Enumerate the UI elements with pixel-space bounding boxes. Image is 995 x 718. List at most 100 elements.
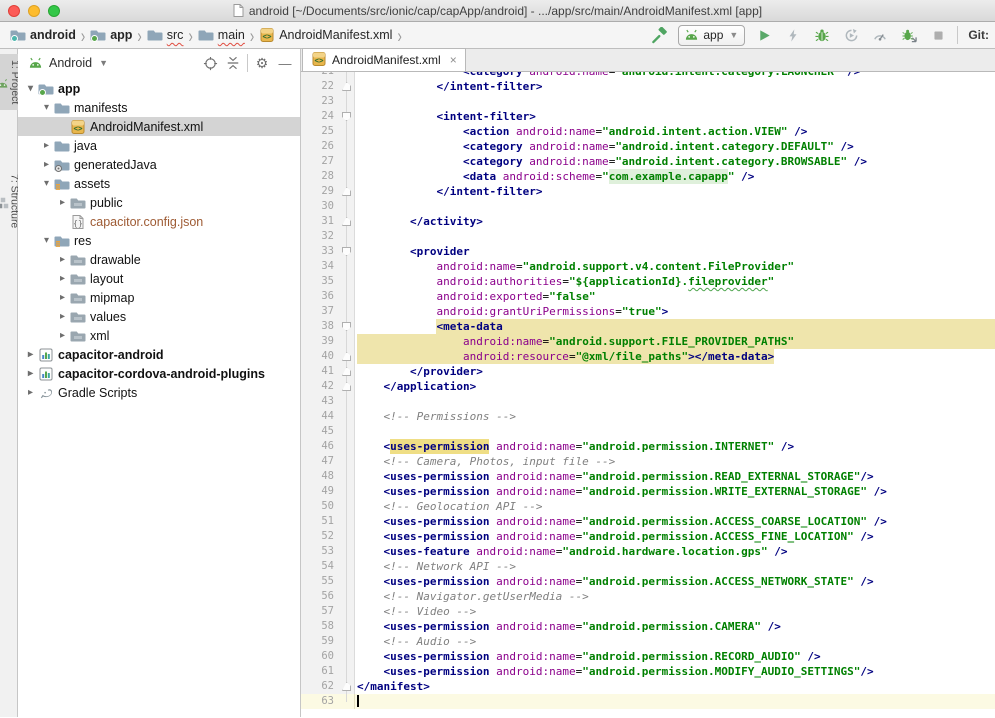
fold-close-icon[interactable] bbox=[342, 352, 351, 361]
window-title: android [~/Documents/src/ionic/cap/capAp… bbox=[249, 4, 762, 18]
tree-item-capacitor-android[interactable]: ▸capacitor-android bbox=[18, 345, 300, 364]
profiler-button[interactable] bbox=[870, 25, 890, 45]
fold-gutter bbox=[339, 394, 355, 409]
chevron-down-icon[interactable]: ▾ bbox=[40, 178, 53, 189]
code-token: = bbox=[576, 664, 583, 679]
chevron-right-icon[interactable]: ▸ bbox=[56, 330, 69, 341]
chevron-right-icon[interactable]: ▸ bbox=[24, 349, 37, 360]
line-number: 24 bbox=[301, 109, 339, 124]
code-token: </application> bbox=[384, 379, 477, 394]
code-token: = bbox=[609, 139, 616, 154]
code-token bbox=[867, 514, 874, 529]
breadcrumb-item-main[interactable]: main bbox=[196, 27, 247, 43]
fold-open-icon[interactable] bbox=[342, 112, 351, 121]
chevron-down-icon[interactable]: ▾ bbox=[40, 102, 53, 113]
tree-item-capacitor-config-json[interactable]: {}capacitor.config.json bbox=[18, 212, 300, 231]
apply-changes-button[interactable] bbox=[783, 25, 803, 45]
tree-item-generatedjava[interactable]: ▸generatedJava bbox=[18, 155, 300, 174]
chevron-right-icon[interactable]: ▸ bbox=[56, 292, 69, 303]
fold-close-icon[interactable] bbox=[342, 367, 351, 376]
tree-item-label: manifests bbox=[70, 101, 128, 115]
run-button[interactable] bbox=[754, 25, 774, 45]
breadcrumb-label: AndroidManifest.xml bbox=[279, 28, 392, 42]
tree-item-gradle-scripts[interactable]: ▸Gradle Scripts bbox=[18, 383, 300, 402]
breadcrumb-item-src[interactable]: src bbox=[145, 27, 186, 43]
chevron-right-icon[interactable]: ▸ bbox=[56, 311, 69, 322]
tree-item-layout[interactable]: ▸layout bbox=[18, 269, 300, 288]
indent bbox=[357, 304, 436, 319]
tree-item-mipmap[interactable]: ▸mipmap bbox=[18, 288, 300, 307]
code-token: /> bbox=[768, 619, 781, 634]
fold-close-icon[interactable] bbox=[342, 682, 351, 691]
chevron-right-icon[interactable]: ▸ bbox=[24, 387, 37, 398]
chevron-right-icon[interactable]: ▸ bbox=[56, 254, 69, 265]
code-token bbox=[523, 72, 530, 79]
chevron-right-icon[interactable]: ▸ bbox=[40, 159, 53, 170]
tree-item-drawable[interactable]: ▸drawable bbox=[18, 250, 300, 269]
indent bbox=[357, 349, 463, 364]
debug-button[interactable] bbox=[812, 25, 832, 45]
breadcrumb-item-app[interactable]: app bbox=[88, 27, 134, 43]
code-line-text: <action android:name="android.intent.act… bbox=[355, 124, 995, 139]
fold-gutter bbox=[339, 574, 355, 589]
tree-item-androidmanifest-xml[interactable]: <>AndroidManifest.xml bbox=[18, 117, 300, 136]
tree-item-capacitor-cordova-android-plugins[interactable]: ▸capacitor-cordova-android-plugins bbox=[18, 364, 300, 383]
breadcrumb-item-androidmanifest-xml[interactable]: <>AndroidManifest.xml bbox=[257, 27, 394, 43]
code-token: = bbox=[576, 484, 583, 499]
tree-item-manifests[interactable]: ▾ manifests bbox=[18, 98, 300, 117]
tree-item-java[interactable]: ▸java bbox=[18, 136, 300, 155]
project-view-selector[interactable]: Android bbox=[49, 56, 92, 70]
chevron-down-icon[interactable]: ▾ bbox=[40, 235, 53, 246]
chevron-down-icon[interactable]: ▾ bbox=[24, 83, 37, 94]
fold-close-icon[interactable] bbox=[342, 82, 351, 91]
hide-panel-button[interactable]: — bbox=[276, 54, 294, 72]
code-token: = bbox=[516, 259, 523, 274]
attach-debugger-button[interactable] bbox=[899, 25, 919, 45]
settings-gear-button[interactable]: ⚙ bbox=[253, 54, 271, 72]
fold-open-icon[interactable] bbox=[342, 247, 351, 256]
code-token: uses-permission bbox=[390, 439, 489, 454]
fold-close-icon[interactable] bbox=[342, 382, 351, 391]
tree-item-public[interactable]: ▸public bbox=[18, 193, 300, 212]
stop-button[interactable] bbox=[928, 25, 948, 45]
tree-item-values[interactable]: ▸values bbox=[18, 307, 300, 326]
fold-gutter bbox=[339, 514, 355, 529]
chevron-right-icon[interactable]: ▸ bbox=[56, 197, 69, 208]
code-token: android:name bbox=[496, 619, 575, 634]
tree-item-xml[interactable]: ▸xml bbox=[18, 326, 300, 345]
close-icon[interactable]: × bbox=[450, 53, 457, 67]
fold-close-icon[interactable] bbox=[342, 187, 351, 196]
code-line-28: 28 <data android:scheme="com.example.cap… bbox=[301, 169, 995, 184]
tree-item-res[interactable]: ▾res bbox=[18, 231, 300, 250]
chevron-right-icon[interactable]: ▸ bbox=[24, 368, 37, 379]
breadcrumb-item-android[interactable]: android bbox=[8, 27, 78, 43]
line-number: 56 bbox=[301, 589, 339, 604]
editor-tab-androidmanifest[interactable]: <> AndroidManifest.xml × bbox=[302, 48, 466, 71]
code-token: <!-- Audio --> bbox=[384, 634, 477, 649]
code-editor[interactable]: 21 <category android:name="android.inten… bbox=[301, 72, 995, 717]
tree-item-app[interactable]: ▾app bbox=[18, 79, 300, 98]
line-number: 63 bbox=[301, 694, 339, 709]
tree-item-assets[interactable]: ▾ assets bbox=[18, 174, 300, 193]
locate-file-button[interactable] bbox=[201, 54, 219, 72]
code-token: = bbox=[576, 574, 583, 589]
collapse-all-button[interactable] bbox=[224, 54, 242, 72]
code-token: <uses-permission bbox=[384, 514, 490, 529]
build-hammer-button[interactable] bbox=[649, 25, 669, 45]
line-number: 39 bbox=[301, 334, 339, 349]
code-token: /> bbox=[874, 514, 887, 529]
line-number: 48 bbox=[301, 469, 339, 484]
chevron-right-icon[interactable]: ▸ bbox=[56, 273, 69, 284]
indent bbox=[357, 574, 384, 589]
text-caret bbox=[357, 695, 359, 707]
code-token bbox=[801, 649, 808, 664]
run-config-select[interactable]: app▼ bbox=[678, 25, 745, 46]
code-line-34: 34 android:name="android.support.v4.cont… bbox=[301, 259, 995, 274]
code-line-22: 22 </intent-filter> bbox=[301, 79, 995, 94]
chevron-right-icon[interactable]: ▸ bbox=[40, 140, 53, 151]
coverage-button[interactable] bbox=[841, 25, 861, 45]
fold-open-icon[interactable] bbox=[342, 322, 351, 331]
code-line-41: 41 </provider> bbox=[301, 364, 995, 379]
tree-item-label: assets bbox=[70, 177, 110, 191]
fold-close-icon[interactable] bbox=[342, 217, 351, 226]
